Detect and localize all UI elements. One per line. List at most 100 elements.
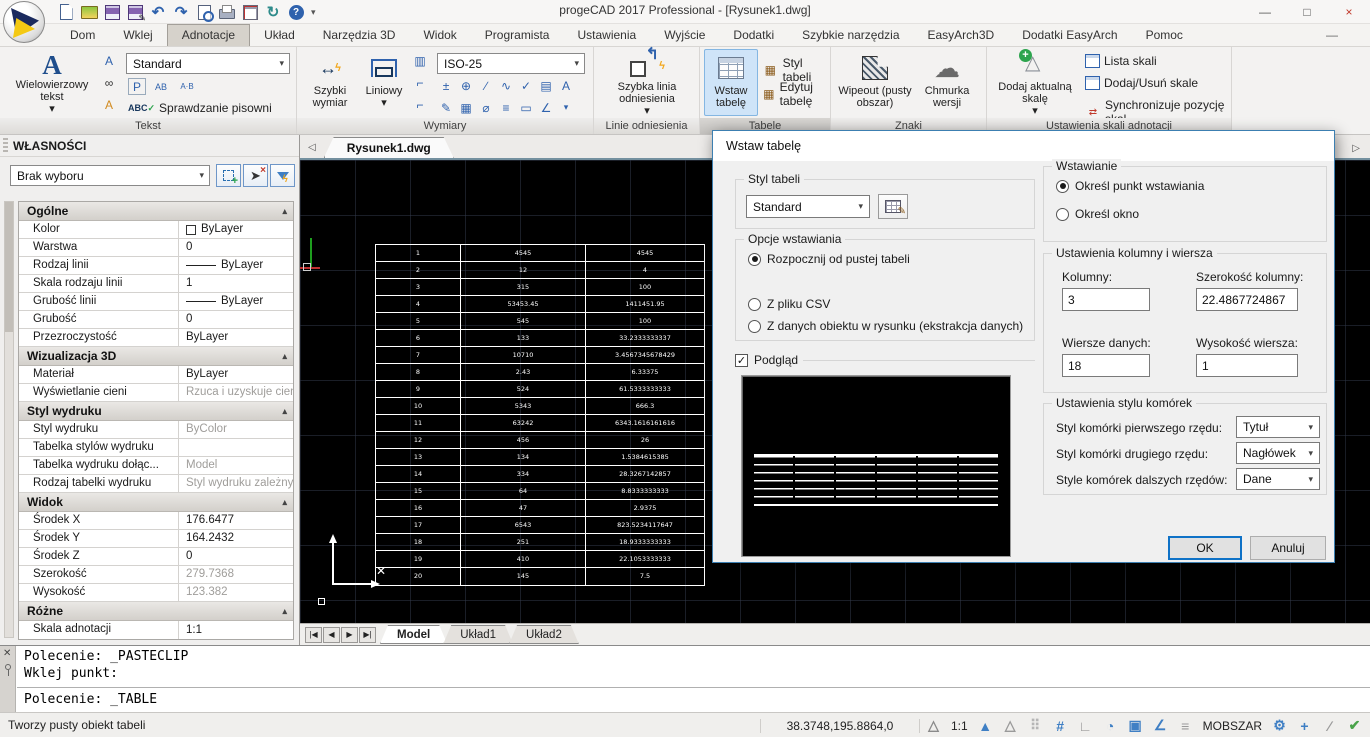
add-quick-icon[interactable]: + [1293, 715, 1316, 736]
wipeout-button[interactable]: Wipeout (pusty obszar) [837, 49, 913, 116]
paragraph-text-icon[interactable]: P [128, 78, 146, 95]
menu-tab-wklej[interactable]: Wklej [109, 25, 166, 46]
menu-tab-ustawienia[interactable]: Ustawienia [563, 25, 650, 46]
close-button[interactable]: × [1328, 0, 1370, 24]
layout-next-icon[interactable]: ▶ [341, 627, 358, 643]
radio-option[interactable]: Rozpocznij od pustej tabeli [748, 252, 910, 266]
arc-text-icon[interactable]: AB [152, 78, 170, 95]
property-value[interactable]: 123.382 [179, 584, 293, 601]
layout-first-icon[interactable]: |◀ [305, 627, 322, 643]
collapse-caret-icon[interactable]: ▴ [282, 347, 287, 365]
layout-tab-układ2[interactable]: Układ2 [509, 625, 579, 644]
menu-tab-adnotacje[interactable]: Adnotacje [167, 24, 250, 46]
dim-baseline-icon[interactable]: ≡ [497, 99, 515, 116]
layout-tab-układ1[interactable]: Układ1 [443, 625, 513, 644]
annotation-scale-value[interactable]: 1:1 [947, 719, 972, 733]
minimize-button[interactable]: — [1244, 0, 1286, 24]
radio-option[interactable]: Określ punkt wstawiania [1056, 179, 1204, 193]
doc-tab-prev-icon[interactable]: ◁ [308, 142, 316, 153]
save-as-icon[interactable] [125, 3, 145, 22]
scale-list-button[interactable]: Lista skali [1085, 54, 1157, 68]
deselect-button[interactable]: ➤ [243, 164, 268, 187]
menu-tab-widok[interactable]: Widok [409, 25, 470, 46]
dim-jog-icon[interactable]: ∿ [497, 77, 515, 94]
menu-tab-narz-dzia-3d[interactable]: Narzędzia 3D [309, 25, 410, 46]
add-remove-scale-button[interactable]: Dodaj/Usuń skale [1085, 76, 1198, 90]
properties-scrollbar[interactable] [4, 201, 14, 638]
property-value[interactable]: 0 [179, 548, 293, 565]
first-row-style-combo[interactable]: Tytuł▾ [1236, 416, 1320, 438]
find-text-icon[interactable]: A [100, 52, 118, 69]
undo-icon[interactable] [148, 3, 168, 22]
ready-check-icon[interactable]: ✔ [1343, 715, 1366, 736]
dim-inspect-icon[interactable]: ✓ [517, 77, 535, 94]
print-preview-icon[interactable] [194, 3, 214, 22]
menu-tab-uk-ad[interactable]: Układ [250, 25, 309, 46]
dim-oblique-icon[interactable]: ∕ [477, 77, 495, 94]
dim-style-combo[interactable]: ISO-25▾ [437, 53, 585, 74]
radio-option[interactable]: Określ okno [1056, 207, 1139, 221]
table-style-edit-button[interactable] [878, 194, 908, 219]
annotation-autoscale-icon[interactable]: △ [999, 715, 1022, 736]
menu-tab-dodatki-easyarch[interactable]: Dodatki EasyArch [1008, 25, 1131, 46]
collapse-caret-icon[interactable]: ▴ [282, 202, 287, 220]
column-width-input[interactable] [1196, 288, 1298, 311]
layout-last-icon[interactable]: ▶| [359, 627, 376, 643]
modify-icon[interactable]: ∕ [1318, 715, 1341, 736]
property-value[interactable]: ByLayer [179, 293, 293, 310]
layout-prev-icon[interactable]: ◀ [323, 627, 340, 643]
binoculars-icon[interactable]: ∞ [100, 74, 118, 91]
annotation-visibility-icon[interactable]: ▲ [974, 715, 997, 736]
dialog-table-style-combo[interactable]: Standard▾ [746, 195, 870, 218]
mtext-button[interactable]: A Wielowierzowy tekst▾ [6, 49, 98, 116]
print-icon[interactable] [217, 3, 237, 22]
document-tab[interactable]: Rysunek1.dwg [324, 137, 454, 158]
property-value[interactable]: 164.2432 [179, 530, 293, 547]
dialog-title-bar[interactable]: Wstaw tabelę [713, 131, 1334, 161]
spellcheck-button[interactable]: ABC✓ Sprawdzanie pisowni [128, 101, 272, 115]
property-value[interactable]: 0 [179, 239, 293, 256]
panel-expand-icon[interactable]: ▷ [1352, 143, 1360, 154]
etrack-icon[interactable]: ∠ [1149, 715, 1172, 736]
dim-align-text-icon[interactable]: A [557, 77, 575, 94]
menu-tab-dom[interactable]: Dom [56, 25, 109, 46]
ribbon-minimize-icon[interactable]: — [1326, 28, 1338, 42]
menu-tab-easyarch3d[interactable]: EasyArch3D [914, 25, 1009, 46]
dim-style-edit-icon[interactable]: ▦ [457, 99, 475, 116]
annotation-scale-icon[interactable]: △ [922, 715, 945, 736]
property-value[interactable]: Styl wydruku zależny od... [179, 475, 293, 492]
dim-reassociate-icon[interactable]: ▭ [517, 99, 535, 116]
settings-gear-icon[interactable]: ⚙ [1268, 715, 1291, 736]
data-rows-input[interactable] [1062, 354, 1150, 377]
quick-filter-button[interactable] [270, 164, 295, 187]
app-logo[interactable] [3, 1, 45, 43]
grid-icon[interactable]: # [1049, 715, 1072, 736]
ortho-icon[interactable]: ∟ [1074, 715, 1097, 736]
redo-icon[interactable] [171, 3, 191, 22]
text-spacing-icon[interactable]: A·B [178, 78, 196, 95]
section-header-og-lne[interactable]: Ogólne▴ [19, 202, 293, 221]
columns-input[interactable] [1062, 288, 1150, 311]
options-icon[interactable] [240, 3, 260, 22]
menu-tab-szybkie-narz-dzia[interactable]: Szybkie narzędzia [788, 25, 913, 46]
property-value[interactable]: 1 [179, 275, 293, 292]
add-current-scale-button[interactable]: + Dodaj aktualną skalę▾ [991, 49, 1079, 116]
second-row-style-combo[interactable]: Nagłówek▾ [1236, 442, 1320, 464]
text-style-combo[interactable]: Standard▾ [126, 53, 290, 74]
cancel-button[interactable]: Anuluj [1250, 536, 1326, 560]
property-value[interactable]: 0 [179, 311, 293, 328]
collapse-caret-icon[interactable]: ▴ [282, 402, 287, 420]
open-file-icon[interactable] [79, 3, 99, 22]
dim-style-icon[interactable]: ▥ [411, 52, 429, 69]
dropdown-caret[interactable]: ▾ [557, 99, 575, 116]
row-height-input[interactable] [1196, 354, 1298, 377]
help-icon[interactable] [286, 3, 306, 22]
command-line-panel[interactable]: ✕ Polecenie: _PASTECLIP Wklej punkt: Pol… [0, 645, 1370, 712]
close-icon[interactable]: ✕ [3, 648, 11, 659]
property-value[interactable]: 279.7368 [179, 566, 293, 583]
property-value[interactable]: ByLayer [179, 221, 293, 238]
dim-angle-icon[interactable]: ∠ [537, 99, 555, 116]
mobszar-label[interactable]: MOBSZAR [1199, 719, 1266, 733]
dim-ordinate-icon[interactable]: ⌐ [411, 96, 429, 113]
menu-tab-dodatki[interactable]: Dodatki [719, 25, 788, 46]
